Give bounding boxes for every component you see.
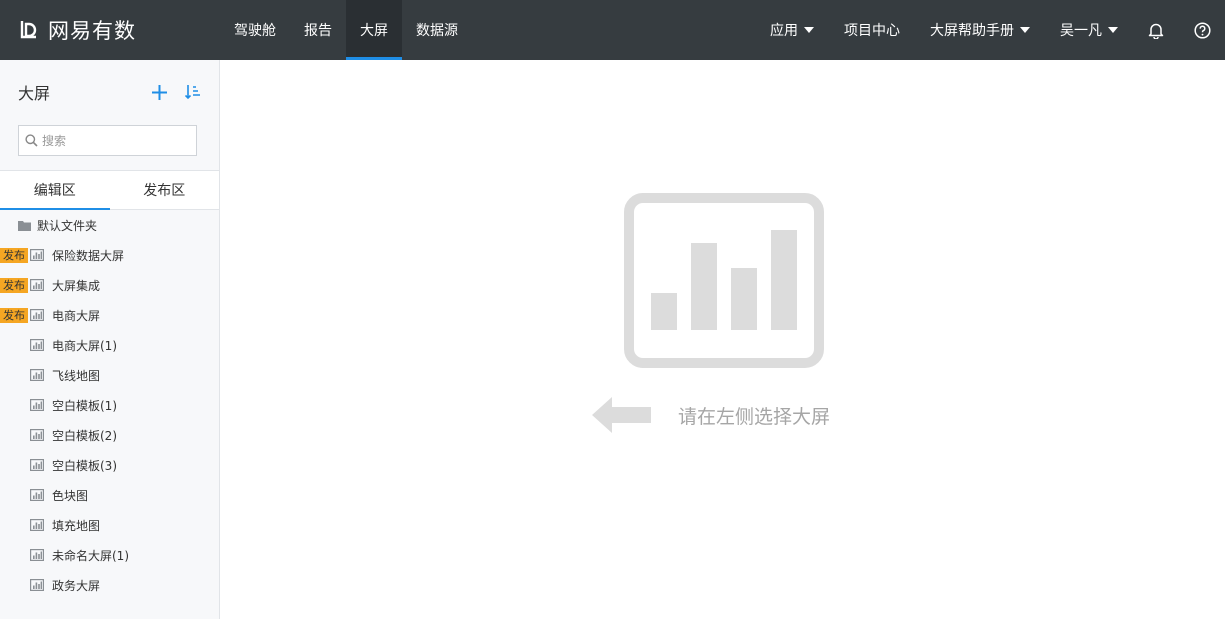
bar-chart-icon xyxy=(30,279,44,291)
bigscreen-item-label: 保险数据大屏 xyxy=(52,248,125,263)
brand-logo-icon xyxy=(18,19,40,41)
user-menu[interactable]: 吴一凡 xyxy=(1045,0,1133,60)
publish-badge: 发布 xyxy=(0,248,28,263)
notification-button[interactable] xyxy=(1133,0,1179,60)
nav-item-label: 报告 xyxy=(304,23,332,39)
bigscreen-item-label: 政务大屏 xyxy=(52,578,101,593)
tab-label: 编辑区 xyxy=(33,183,76,199)
add-bigscreen-button[interactable] xyxy=(150,83,168,101)
bigscreen-item[interactable]: 未命名大屏(1) xyxy=(0,540,219,570)
publish-badge: 发布 xyxy=(0,278,28,293)
bigscreen-item-label: 未命名大屏(1) xyxy=(52,548,129,563)
bar-chart-icon xyxy=(30,549,44,561)
chevron-down-icon xyxy=(1108,27,1118,33)
bigscreen-item[interactable]: 发布 电商大屏 xyxy=(0,300,219,330)
apps-menu-label: 应用 xyxy=(770,23,798,39)
project-center-label: 项目中心 xyxy=(844,23,900,39)
chevron-down-icon xyxy=(1020,27,1030,33)
publish-badge: 发布 xyxy=(0,308,28,323)
tab-edit-area[interactable]: 编辑区 xyxy=(0,171,110,210)
main-nav: 驾驶舱 报告 大屏 数据源 xyxy=(220,0,472,60)
main-content: 请在左侧选择大屏 xyxy=(220,60,1225,619)
nav-item-report[interactable]: 报告 xyxy=(290,0,346,60)
user-nav: 应用 项目中心 大屏帮助手册 吴一凡 xyxy=(755,0,1225,60)
nav-item-bigscreen[interactable]: 大屏 xyxy=(346,0,402,60)
search-box xyxy=(18,125,197,156)
empty-hint-text: 请在左侧选择大屏 xyxy=(678,405,831,428)
sidebar-header: 大屏 xyxy=(18,80,202,104)
bigscreen-item-label: 空白模板(3) xyxy=(52,458,117,473)
question-circle-icon xyxy=(1193,21,1211,39)
empty-hint: 请在左侧选择大屏 xyxy=(592,396,830,434)
help-manual-menu[interactable]: 大屏帮助手册 xyxy=(915,0,1045,60)
nav-item-label: 大屏 xyxy=(360,23,388,39)
bigscreen-item[interactable]: 政务大屏 xyxy=(0,570,219,600)
bigscreen-item[interactable]: 填充地图 xyxy=(0,510,219,540)
bar-chart-icon xyxy=(30,489,44,501)
bigscreen-item-label: 空白模板(2) xyxy=(52,428,117,443)
sort-button[interactable] xyxy=(184,83,202,101)
area-tabs: 编辑区 发布区 xyxy=(0,170,219,210)
user-name: 吴一凡 xyxy=(1060,23,1102,39)
bar-chart-icon xyxy=(30,369,44,381)
bigscreen-item[interactable]: 空白模板(2) xyxy=(0,420,219,450)
bigscreen-item[interactable]: 色块图 xyxy=(0,480,219,510)
apps-menu[interactable]: 应用 xyxy=(755,0,829,60)
bigscreen-tree: 默认文件夹 发布 保险数据大屏 发布 大屏集成 发布 电商大屏 电商大屏(1) 飞线地图 空白模… xyxy=(0,210,219,600)
tab-label: 发布区 xyxy=(143,183,186,199)
bigscreen-item-label: 电商大屏 xyxy=(52,308,101,323)
sidebar: 大屏 编辑区 发布区 xyxy=(0,60,220,619)
bar-chart-icon xyxy=(30,429,44,441)
brand-name: 网易有数 xyxy=(48,19,136,43)
nav-item-datasource[interactable]: 数据源 xyxy=(402,0,472,60)
nav-item-cockpit[interactable]: 驾驶舱 xyxy=(220,0,290,60)
help-manual-label: 大屏帮助手册 xyxy=(930,23,1014,39)
bigscreen-item-label: 色块图 xyxy=(52,488,89,503)
bar-chart-icon xyxy=(30,249,44,261)
top-navigation-bar: 网易有数 驾驶舱 报告 大屏 数据源 应用 项目中心 大屏帮助手册 吴一凡 xyxy=(0,0,1225,60)
nav-item-label: 数据源 xyxy=(416,23,458,39)
search-input[interactable] xyxy=(42,127,182,154)
bar-chart-icon xyxy=(30,519,44,531)
arrow-left-icon xyxy=(592,397,651,433)
bar-chart-placeholder-icon xyxy=(624,193,824,368)
bigscreen-item-label: 空白模板(1) xyxy=(52,398,117,413)
bar-chart-icon xyxy=(30,459,44,471)
bar-chart-icon xyxy=(30,339,44,351)
bigscreen-item[interactable]: 发布 保险数据大屏 xyxy=(0,240,219,270)
bigscreen-item-label: 填充地图 xyxy=(52,518,101,533)
nav-item-label: 驾驶舱 xyxy=(234,23,276,39)
project-center-link[interactable]: 项目中心 xyxy=(829,0,915,60)
folder-icon xyxy=(18,220,31,231)
help-button[interactable] xyxy=(1179,0,1225,60)
bigscreen-item-label: 大屏集成 xyxy=(52,278,101,293)
sidebar-title: 大屏 xyxy=(18,84,51,103)
bell-icon xyxy=(1148,23,1164,39)
bigscreen-item[interactable]: 空白模板(3) xyxy=(0,450,219,480)
folder-default[interactable]: 默认文件夹 xyxy=(0,210,219,240)
tab-publish-area[interactable]: 发布区 xyxy=(110,171,220,209)
bigscreen-item[interactable]: 飞线地图 xyxy=(0,360,219,390)
chevron-down-icon xyxy=(804,27,814,33)
sidebar-actions xyxy=(150,83,202,101)
bar-chart-icon xyxy=(30,399,44,411)
bar-chart-icon xyxy=(30,579,44,591)
bigscreen-item-label: 电商大屏(1) xyxy=(52,338,117,353)
bar-chart-icon xyxy=(30,309,44,321)
bigscreen-item-label: 飞线地图 xyxy=(52,368,101,383)
search-icon xyxy=(25,134,38,147)
bigscreen-item[interactable]: 空白模板(1) xyxy=(0,390,219,420)
brand-logo[interactable]: 网易有数 xyxy=(18,0,136,60)
plus-icon xyxy=(151,84,167,100)
bigscreen-item[interactable]: 电商大屏(1) xyxy=(0,330,219,360)
folder-label: 默认文件夹 xyxy=(37,218,98,233)
sort-icon xyxy=(185,85,200,100)
bigscreen-item[interactable]: 发布 大屏集成 xyxy=(0,270,219,300)
